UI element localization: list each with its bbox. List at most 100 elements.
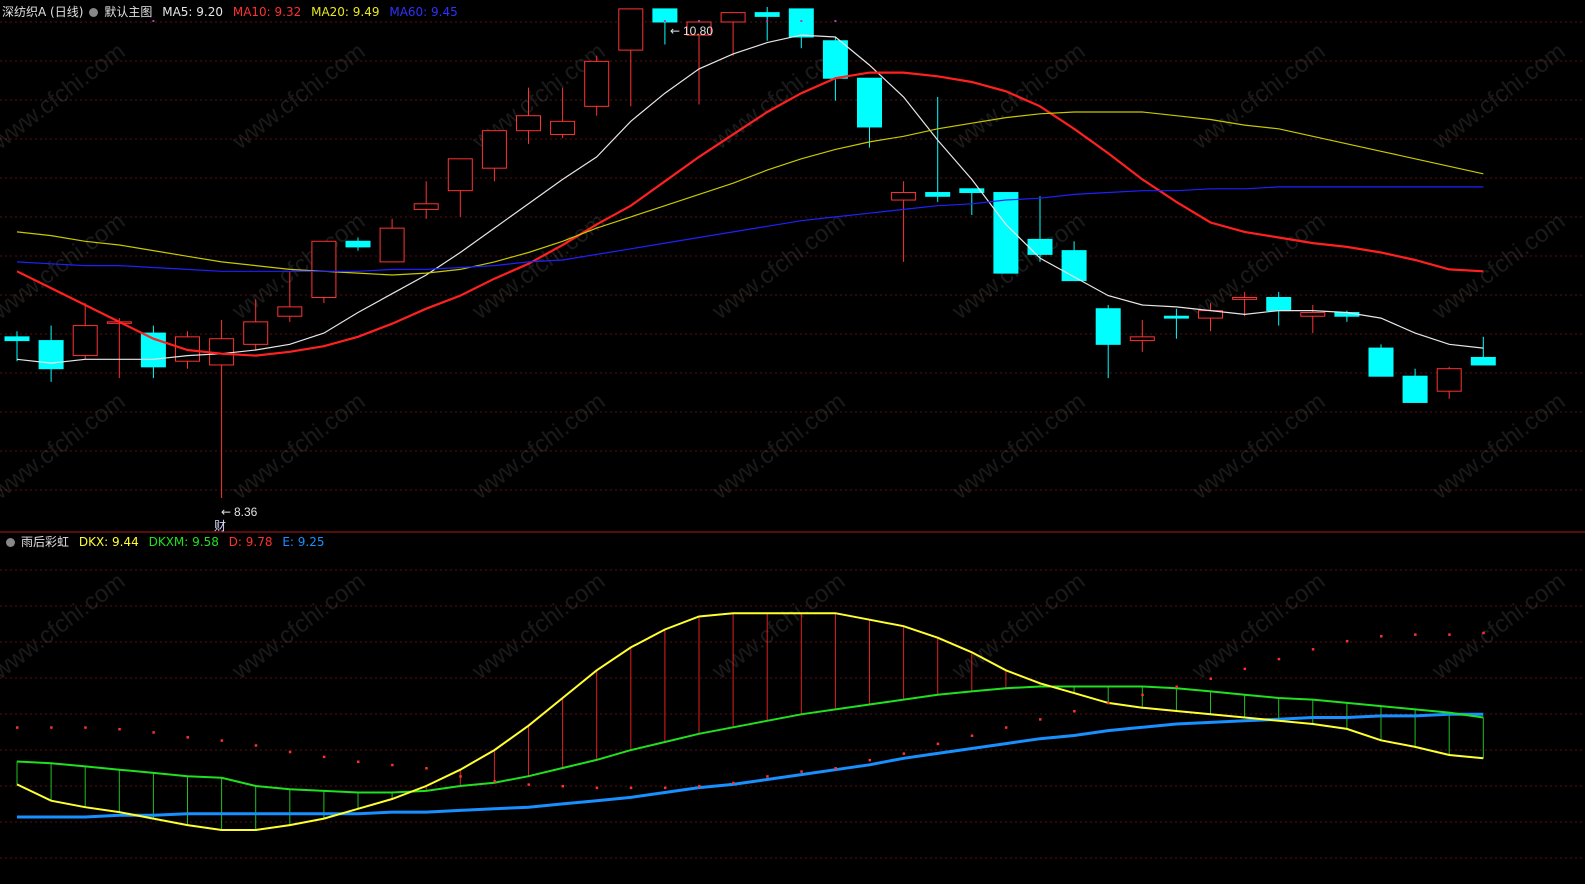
watermark-text: www.cfchi.com: [0, 208, 130, 326]
d-dot: [288, 750, 292, 754]
d-dot: [186, 736, 189, 739]
watermark-text: www.cfchi.com: [1427, 208, 1571, 326]
up-candle: [618, 8, 644, 51]
watermark-text: www.cfchi.com: [467, 208, 611, 326]
down-candle: [754, 12, 780, 17]
d-dot: [322, 755, 326, 759]
d-dot: [1482, 631, 1485, 635]
watermark-text: www.cfchi.com: [707, 208, 851, 326]
watermark-text: www.cfchi.com: [227, 568, 371, 686]
d-dot: [1380, 635, 1383, 638]
down-candle: [1163, 315, 1189, 319]
watermark-text: www.cfchi.com: [707, 388, 851, 506]
d-dot: [1107, 701, 1110, 705]
watermarks: www.cfchi.com www.cfchi.com www.cfchi.com w…: [0, 38, 1570, 686]
high-price-label: 10.80: [683, 24, 713, 38]
watermark-text: www.cfchi.com: [1427, 38, 1571, 156]
up-candle: [516, 115, 541, 132]
watermark-text: www.cfchi.com: [1187, 208, 1331, 326]
d-dot: [1175, 685, 1178, 689]
d-dot: [527, 783, 530, 786]
down-candle: [1027, 238, 1053, 255]
up-candle: [277, 306, 303, 317]
up-candle: [1300, 311, 1326, 317]
series-line-e: [17, 712, 1484, 819]
d-dot: [698, 784, 701, 788]
signal-dot: [663, 20, 666, 22]
watermark-text: www.cfchi.com: [0, 568, 130, 686]
down-candle: [1061, 250, 1087, 282]
watermark-text: www.cfchi.com: [0, 388, 130, 506]
down-candle: [38, 340, 64, 370]
d-dot: [1141, 693, 1144, 697]
d-dot: [1277, 657, 1281, 661]
d-dot: [84, 726, 87, 729]
d-dot: [970, 734, 974, 737]
series-line-dkxm: [16, 685, 1484, 794]
signal-dot: [800, 20, 803, 22]
watermark-text: www.cfchi.com: [947, 568, 1091, 686]
up-candle: [720, 12, 746, 23]
d-dot: [1209, 677, 1212, 680]
down-candle: [1095, 308, 1121, 345]
d-dot: [1311, 648, 1315, 651]
d-dot: [50, 726, 53, 729]
down-candle: [1402, 375, 1428, 403]
down-candle: [925, 192, 951, 197]
watermark-text: www.cfchi.com: [0, 38, 130, 156]
d-dot: [629, 786, 633, 790]
down-candle: [1368, 347, 1394, 377]
up-candle: [413, 203, 439, 210]
down-candle: [1266, 296, 1292, 312]
watermark-text: www.cfchi.com: [227, 388, 371, 506]
watermark-text: www.cfchi.com: [707, 568, 851, 686]
up-candle: [72, 325, 98, 357]
d-dot: [493, 780, 496, 783]
down-candle: [857, 77, 882, 128]
d-dot: [16, 726, 19, 729]
up-candle: [584, 60, 610, 107]
d-dot: [561, 784, 565, 788]
watermark-text: www.cfchi.com: [467, 568, 611, 686]
watermark-text: www.cfchi.com: [467, 388, 611, 506]
d-dot: [936, 742, 940, 746]
up-candle: [243, 321, 269, 345]
d-dot: [1004, 726, 1008, 729]
d-dot: [220, 739, 224, 742]
d-dot: [118, 727, 121, 731]
up-candle: [1129, 336, 1155, 342]
up-candle: [379, 227, 405, 263]
d-dot: [1073, 710, 1076, 713]
up-candle: [1232, 296, 1258, 300]
d-dot: [868, 758, 871, 762]
signal-dot: [152, 20, 155, 22]
signal-dot: [766, 20, 769, 22]
d-dot: [732, 781, 735, 785]
d-dot: [766, 775, 769, 778]
d-dot: [663, 786, 667, 790]
up-candle: [550, 120, 576, 135]
down-candle: [788, 8, 814, 38]
d-dot: [1448, 633, 1451, 636]
finance-marker[interactable]: 财: [214, 519, 226, 533]
low-price-label: 8.36: [234, 505, 258, 519]
watermark-text: www.cfchi.com: [947, 388, 1091, 506]
watermark-text: www.cfchi.com: [1187, 38, 1331, 156]
d-dot: [1414, 633, 1417, 636]
watermark-text: www.cfchi.com: [1187, 568, 1331, 686]
low-arrow-icon: ←: [221, 505, 231, 519]
up-candle: [311, 240, 337, 298]
up-candle: [1436, 368, 1462, 392]
watermark-text: www.cfchi.com: [227, 38, 371, 156]
signal-dot: [834, 20, 837, 22]
up-candle: [481, 130, 507, 169]
d-dot: [152, 731, 155, 734]
chart-svg[interactable]: www.cfchi.com www.cfchi.com www.cfchi.com w…: [0, 0, 1585, 884]
d-dot: [800, 770, 803, 773]
d-dot: [357, 760, 360, 764]
d-dot: [391, 763, 394, 767]
high-arrow-icon: ←: [670, 24, 680, 38]
watermark-text: www.cfchi.com: [1427, 568, 1571, 686]
signal-dot: [698, 20, 700, 22]
up-candle: [891, 192, 917, 201]
